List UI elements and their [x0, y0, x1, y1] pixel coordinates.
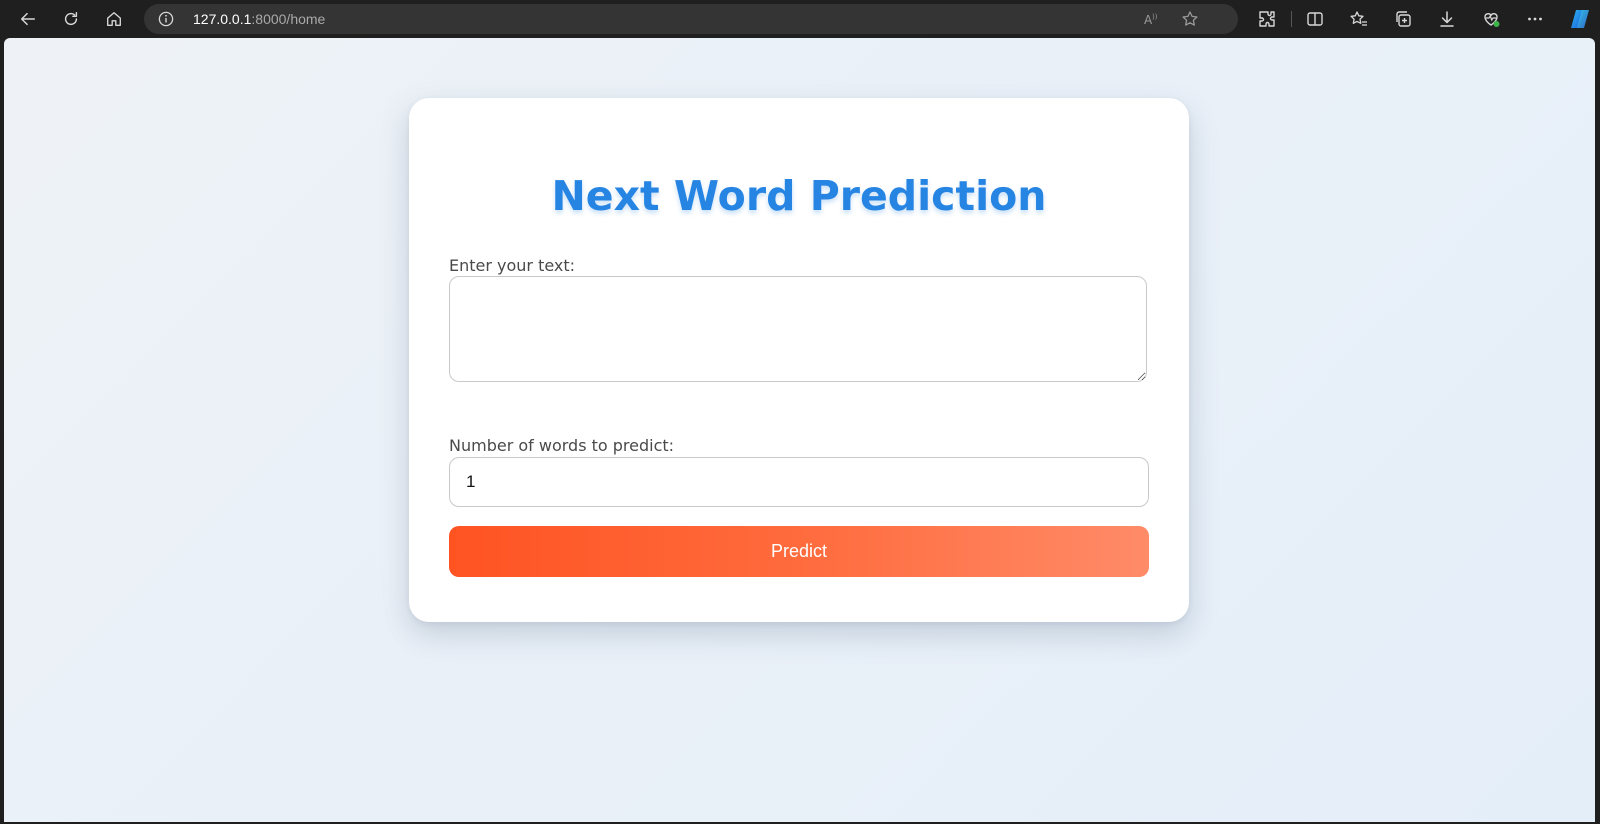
- prediction-card: Next Word Prediction Enter your text: Nu…: [409, 98, 1189, 622]
- home-icon[interactable]: [99, 4, 129, 34]
- page-viewport: Next Word Prediction Enter your text: Nu…: [4, 38, 1595, 822]
- favorites-icon[interactable]: [1348, 8, 1370, 30]
- word-count-input[interactable]: 1: [449, 457, 1149, 507]
- split-screen-icon[interactable]: [1304, 8, 1326, 30]
- collections-icon[interactable]: [1392, 8, 1414, 30]
- svg-text:)): )): [1152, 13, 1158, 21]
- url-path: :8000/home: [251, 11, 326, 27]
- favorite-star-icon[interactable]: [1181, 10, 1199, 28]
- predict-button[interactable]: Predict: [449, 526, 1149, 577]
- text-input[interactable]: [449, 276, 1147, 382]
- toolbar-divider: [1291, 11, 1292, 27]
- refresh-icon[interactable]: [56, 4, 86, 34]
- browser-essentials-icon[interactable]: [1480, 8, 1502, 30]
- back-icon[interactable]: [13, 4, 43, 34]
- site-info-icon[interactable]: [158, 11, 174, 27]
- extensions-icon[interactable]: [1256, 8, 1278, 30]
- word-count-label: Number of words to predict:: [449, 436, 675, 455]
- url-host: 127.0.0.1: [193, 11, 252, 27]
- page-title: Next Word Prediction: [551, 172, 1047, 220]
- read-aloud-icon[interactable]: A )): [1142, 10, 1160, 28]
- browser-toolbar: 127.0.0.1:8000/home A )): [0, 0, 1600, 38]
- text-input-label: Enter your text:: [449, 256, 576, 275]
- copilot-icon[interactable]: [1567, 6, 1593, 32]
- url-text: 127.0.0.1:8000/home: [193, 4, 325, 34]
- downloads-icon[interactable]: [1436, 8, 1458, 30]
- more-icon[interactable]: [1524, 8, 1546, 30]
- address-bar[interactable]: 127.0.0.1:8000/home A )): [144, 4, 1238, 34]
